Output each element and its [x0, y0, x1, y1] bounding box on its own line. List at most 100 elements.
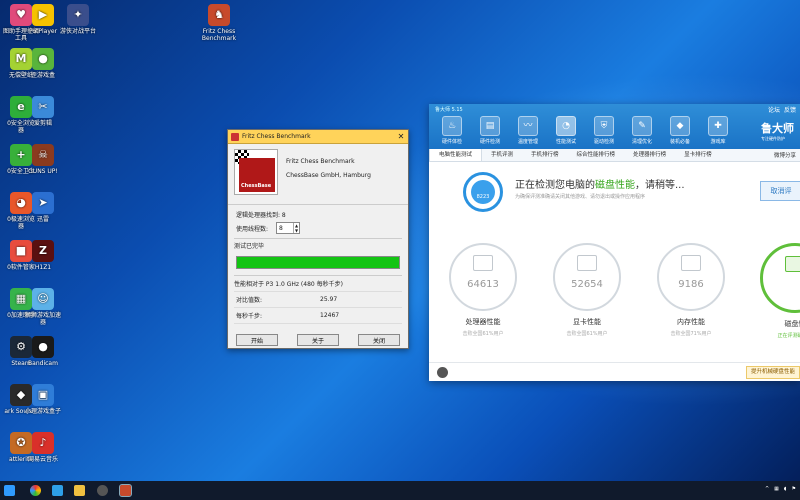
desktop-icon-h1z1[interactable]: Z H1Z1	[22, 240, 64, 271]
flag-icon[interactable]: ⚑	[792, 486, 796, 492]
score-subtext: 正在评测磁盘性	[777, 333, 800, 339]
tab-1[interactable]: 电脑性能测试	[429, 149, 483, 161]
nav-item-clean[interactable]: ✎ 清理优化	[623, 116, 661, 145]
score-card-disk: 磁盘性正在评测磁盘性	[755, 243, 800, 339]
threads-label: 使用线程数:	[236, 225, 269, 233]
system-tray: ^ ▦ ◖ ⚑	[765, 486, 796, 492]
install-icon: ◆	[670, 116, 690, 136]
fritz-taskbar-icon[interactable]	[119, 484, 132, 497]
nav-item-label: 硬件检测	[479, 139, 500, 145]
results-table: 性能相对于 P3 1.0 GHz (480 每秒千步) 对比值数: 25.97 每…	[234, 275, 402, 324]
desktop-icon-game-box-2[interactable]: ▣ 小理游戏盒子	[22, 384, 64, 415]
performance-test-icon: ◔	[556, 116, 576, 136]
desktop-icon-game-accelerator[interactable]: ☺ 狮狮游戏加速 器	[22, 288, 64, 326]
clean-icon: ✎	[632, 116, 652, 136]
ludashi-title: 鲁大师 5.15	[435, 107, 463, 113]
nav-item-temperature[interactable]: 〰温度管理	[509, 116, 547, 145]
nav-item-label: 性能测试	[555, 139, 576, 145]
nav-item-driver[interactable]: ⛨ 驱动检测	[585, 116, 623, 145]
chevron-up-icon[interactable]: ^	[765, 486, 769, 492]
score-value: 52654	[571, 279, 603, 290]
close-icon[interactable]: ✕	[394, 132, 408, 141]
desktop-icon-label: 歪游戏盒	[30, 72, 55, 79]
desktop-icon-label: 爱剪辑	[33, 120, 52, 127]
scan-panel: 8223 正在检测您电脑的磁盘性能，请稍等... 为确保评测准确请关闭其他游戏、…	[429, 162, 800, 220]
explorer-taskbar-icon[interactable]	[74, 485, 85, 496]
browser-taskbar-icon[interactable]	[30, 485, 41, 496]
desktop-icon-label: 小理游戏盒子	[24, 408, 61, 415]
desktop-icon-label: GUNS UP!	[28, 168, 58, 175]
start-button[interactable]: 开始	[236, 334, 278, 346]
memory-icon	[681, 255, 701, 271]
about-button[interactable]: 关于	[297, 334, 339, 346]
score-label: 显卡性能	[573, 318, 601, 326]
stepper-arrows-icon[interactable]: ▲ ▼	[293, 223, 299, 233]
desktop-icon-bandicam[interactable]: ● Bandicam	[22, 336, 64, 367]
desktop-icon-video-editor[interactable]: ✂ 爱剪辑	[22, 96, 64, 127]
eval-icon[interactable]	[437, 367, 448, 378]
desktop-icon-label: 迅雷	[36, 216, 49, 223]
weibo-share-button[interactable]: 微博分享	[774, 151, 800, 159]
score-subtext: 击败全国71%用户	[670, 331, 712, 337]
guns-up-icon: ☠	[32, 144, 54, 166]
network-icon[interactable]: ▦	[774, 486, 779, 492]
forum-link[interactable]: 论坛	[768, 105, 780, 114]
nav-item-hardware-check[interactable]: ♨ 硬件体检	[433, 116, 471, 145]
desktop-icon-netease-music[interactable]: ♪ 网易云音乐	[22, 432, 64, 463]
desktop-icon-thunder[interactable]: ➤ 迅雷	[22, 192, 64, 223]
video-editor-icon: ✂	[32, 96, 54, 118]
desktop-icon-label: PotPlayer	[28, 28, 58, 35]
netease-music-icon: ♪	[32, 432, 54, 454]
ludashi-tabs: 电脑性能测试 手机评测 手机排行榜 综合性能排行榜 处理器排行榜 显卡排行榜 微博分享	[429, 149, 800, 162]
nav-item-game-library[interactable]: ✚ 游戏库	[699, 116, 737, 145]
feedback-link[interactable]: 反馈	[784, 105, 796, 114]
scan-subtitle: 为确保评测准确请关闭其他游戏、请勿退出或操作应用程序	[515, 194, 646, 200]
desktop-icon-label: Fritz Chess Benchmark	[201, 28, 237, 42]
status-text: 测试已完毕	[234, 238, 402, 250]
ludashi-footer: 提升机械硬盘性能	[429, 362, 800, 381]
game-accelerator-icon: ☺	[32, 288, 54, 310]
nav-item-label: 温度管理	[517, 139, 538, 145]
tab-3[interactable]: 手机排行榜	[522, 149, 568, 161]
tab-6[interactable]: 显卡排行榜	[675, 149, 721, 161]
fritz-titlebar[interactable]: Fritz Chess Benchmark ✕	[228, 130, 408, 144]
hardware-check-icon: ♨	[442, 116, 462, 136]
scan-title: 正在检测您电脑的磁盘性能，请稍等...	[515, 180, 685, 191]
score-subtext: 击败全国61%用户	[566, 331, 608, 337]
upgrade-disk-button[interactable]: 提升机械硬盘性能	[745, 366, 800, 379]
score-subtext: 击败全国61%用户	[462, 331, 504, 337]
windows-start-icon[interactable]	[4, 485, 15, 496]
edge-taskbar-icon[interactable]	[52, 485, 63, 496]
chessbase-logo: ChessBase	[234, 149, 278, 195]
desktop-icon-label: 游侠对战平台	[59, 28, 96, 35]
score-card-gpu: 52654 显卡性能击败全国61%用户	[547, 243, 627, 337]
desktop-icon-guns-up[interactable]: ☠ GUNS UP!	[22, 144, 64, 175]
fritz-app-icon	[231, 132, 239, 141]
close-button[interactable]: 关闭	[358, 334, 400, 346]
gpu-icon	[577, 255, 597, 271]
nav-item-performance-test[interactable]: ◔ 性能测试	[547, 116, 585, 145]
nav-item-label: 清理优化	[631, 139, 652, 145]
desktop-icon-game-platform[interactable]: ✦ 游侠对战平台	[57, 4, 99, 35]
desktop-icon-label: Bandicam	[28, 360, 58, 367]
desktop-icon-fritz-chess[interactable]: ♞ Fritz Chess Benchmark	[198, 4, 240, 42]
desktop-icon-label: 狮狮游戏加速 器	[24, 312, 61, 326]
cancel-test-button[interactable]: 取消评	[760, 181, 800, 201]
tab-2[interactable]: 手机评测	[482, 149, 522, 161]
desktop-icon-game-box[interactable]: ● 歪游戏盒	[22, 48, 64, 79]
desktop: ♥ 图助手理控钢 工具 ▶ PotPlayer ✦ 游侠对战平台 ♞ Fritz Chess …	[0, 0, 800, 500]
nav-item-label: 硬件体检	[441, 139, 462, 145]
fritz-window: Fritz Chess Benchmark ✕ ChessBase Fritz …	[227, 129, 409, 349]
result-row: 性能相对于 P3 1.0 GHz (480 每秒千步)	[234, 276, 402, 292]
nav-item-install[interactable]: ◆ 装机必备	[661, 116, 699, 145]
threads-stepper[interactable]: 8 ▲ ▼	[276, 222, 301, 234]
nav-item-hardware-detect[interactable]: ▤ 硬件检测	[471, 116, 509, 145]
temperature-icon: 〰	[518, 116, 538, 136]
volume-icon[interactable]: ◖	[784, 486, 787, 492]
desktop-icon-label: H1Z1	[34, 264, 52, 271]
tab-5[interactable]: 处理器排行榜	[624, 149, 675, 161]
driver-icon: ⛨	[594, 116, 614, 136]
tab-4[interactable]: 综合性能排行榜	[568, 149, 625, 161]
steam-taskbar-icon[interactable]	[97, 485, 108, 496]
score-card-cpu: 64613 处理器性能 击败全国61%用户	[443, 243, 523, 337]
